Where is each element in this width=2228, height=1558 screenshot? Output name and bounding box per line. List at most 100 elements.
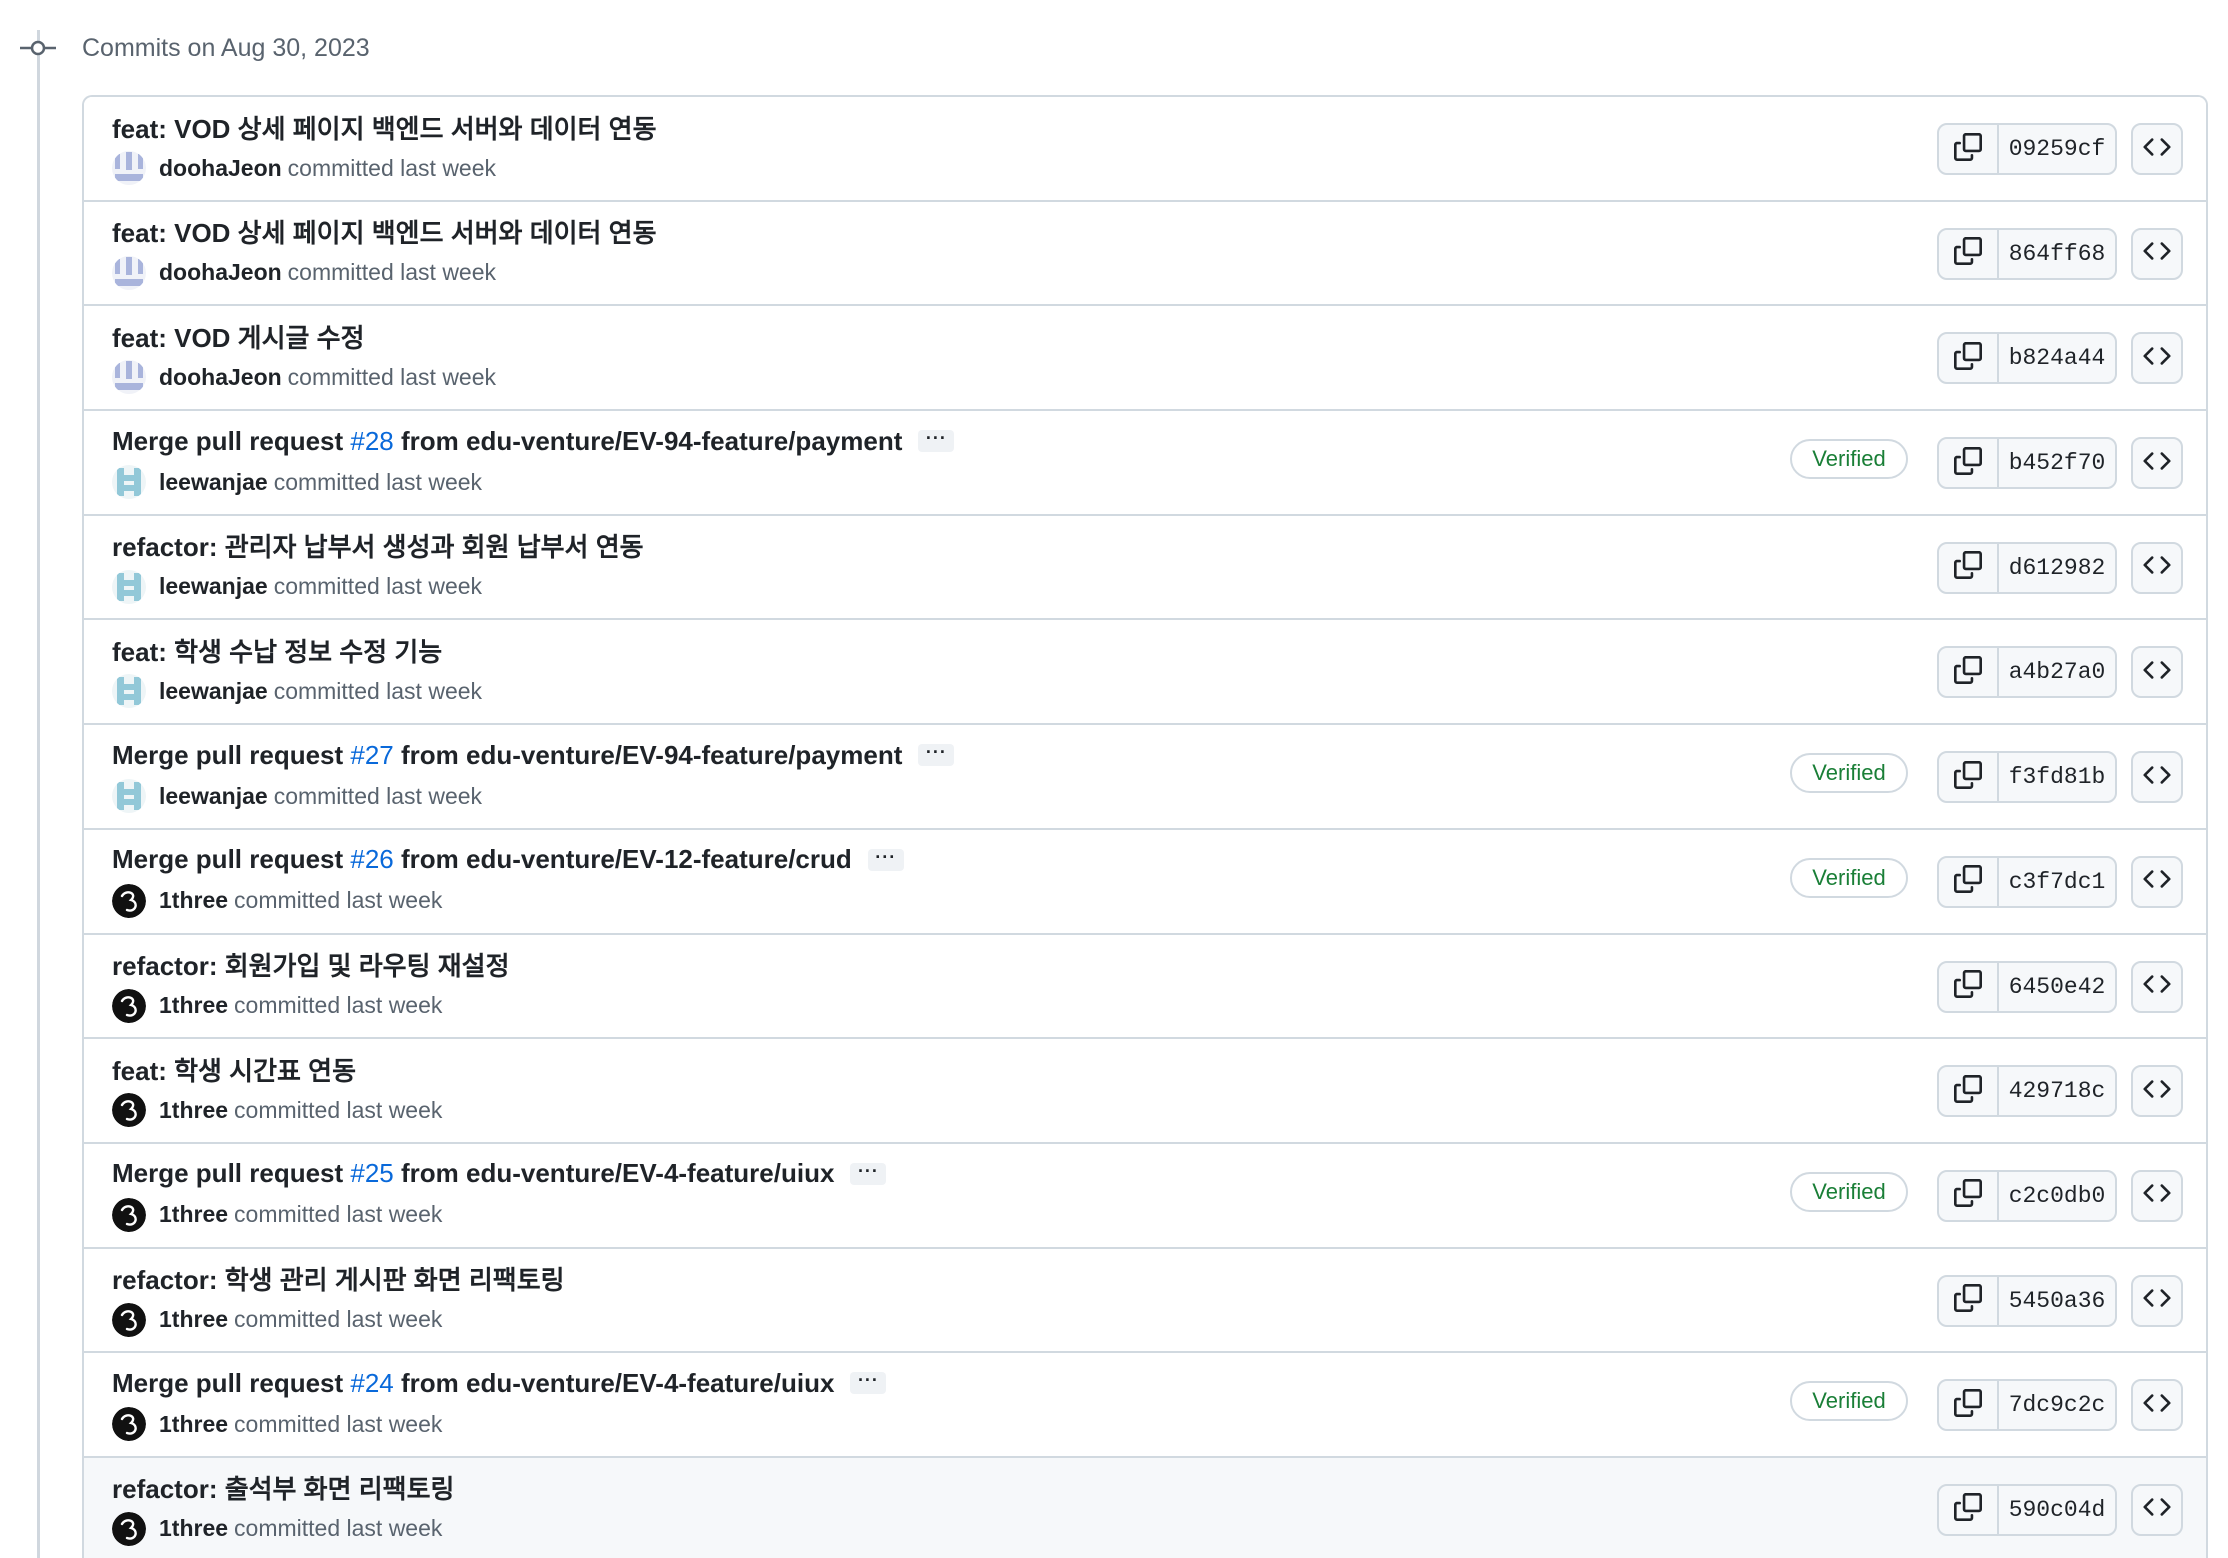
commit-message[interactable]: refactor: 출석부 화면 리팩토링 [112,1470,454,1506]
expand-description-button[interactable]: ··· [918,743,955,767]
commit-sha-link[interactable]: b824a44 [1999,334,2115,382]
avatar[interactable] [112,1302,146,1337]
verified-badge[interactable]: Verified [1790,1171,1908,1212]
commit-message-text[interactable]: refactor: 출석부 화면 리팩토링 [112,1469,454,1506]
author-name[interactable]: doohaJeon [159,155,282,182]
commit-sha-link[interactable]: f3fd81b [1999,753,2115,801]
avatar[interactable] [112,779,146,814]
author-name[interactable]: 1three [159,1306,228,1333]
copy-sha-button[interactable] [1939,229,1999,278]
author-name[interactable]: 1three [159,1515,228,1542]
commit-sha-link[interactable]: 6450e42 [1999,963,2115,1011]
author-name[interactable]: leewanjae [159,678,268,705]
browse-repository-button[interactable] [2131,1169,2183,1222]
avatar[interactable] [112,1197,146,1232]
avatar[interactable] [112,674,146,709]
commit-sha-link[interactable]: 429718c [1999,1067,2115,1115]
browse-repository-button[interactable] [2131,332,2183,385]
commit-message[interactable]: refactor: 관리자 납부서 생성과 회원 납부서 연동 [112,528,644,564]
copy-sha-button[interactable] [1939,648,1999,697]
verified-badge[interactable]: Verified [1790,753,1908,794]
verified-badge[interactable]: Verified [1790,1381,1908,1422]
browse-repository-button[interactable] [2131,751,2183,804]
commit-message-branch[interactable]: from edu-venture/EV-12-feature/crud [394,844,852,875]
pull-request-link[interactable]: #28 [350,426,393,457]
commit-message-text[interactable]: Merge pull request [112,844,350,875]
commit-sha-link[interactable]: 09259cf [1999,125,2115,173]
avatar[interactable] [112,255,146,290]
copy-sha-button[interactable] [1939,543,1999,592]
avatar[interactable] [112,883,146,918]
expand-description-button[interactable]: ··· [867,848,904,871]
avatar[interactable] [112,360,146,395]
copy-sha-button[interactable] [1939,439,1999,488]
commit-message[interactable]: feat: 학생 시간표 연동 [112,1051,356,1087]
author-name[interactable]: leewanjae [159,469,268,496]
commit-sha-link[interactable]: 7dc9c2c [1999,1381,2115,1429]
commit-message-text[interactable]: refactor: 회원가입 및 라우팅 재설정 [112,946,510,983]
commit-message[interactable]: feat: VOD 게시글 수정 [112,318,365,354]
expand-description-button[interactable]: ··· [918,429,955,453]
commit-sha-link[interactable]: b452f70 [1999,439,2115,487]
commit-message-text[interactable]: Merge pull request [112,1368,350,1399]
author-name[interactable]: 1three [159,1201,228,1228]
browse-repository-button[interactable] [2131,1274,2183,1327]
author-name[interactable]: 1three [159,1411,228,1438]
avatar[interactable] [112,151,146,185]
commit-sha-link[interactable]: 864ff68 [1999,230,2115,278]
copy-sha-button[interactable] [1939,1485,1999,1534]
expand-description-button[interactable]: ··· [850,1162,887,1185]
pull-request-link[interactable]: #27 [350,740,393,771]
commit-message[interactable]: Merge pull request #24 from edu-venture/… [112,1365,887,1401]
commit-message-text[interactable]: feat: VOD 상세 페이지 백엔드 서버와 데이터 연동 [112,213,657,250]
commit-message-branch[interactable]: from edu-venture/EV-94-feature/payment [394,740,902,771]
copy-sha-button[interactable] [1939,125,1999,173]
commit-message[interactable]: Merge pull request #27 from edu-venture/… [112,737,955,773]
avatar[interactable] [112,465,146,500]
commit-message[interactable]: refactor: 회원가입 및 라우팅 재설정 [112,947,510,983]
copy-sha-button[interactable] [1939,1276,1999,1325]
commit-sha-link[interactable]: a4b27a0 [1999,648,2115,696]
commit-message[interactable]: feat: 학생 수납 정보 수정 기능 [112,632,442,668]
commit-message[interactable]: feat: VOD 상세 페이지 백엔드 서버와 데이터 연동 [112,214,657,250]
commit-message-branch[interactable]: from edu-venture/EV-4-feature/uiux [394,1158,834,1189]
browse-repository-button[interactable] [2131,1379,2183,1432]
browse-repository-button[interactable] [2131,1483,2183,1536]
browse-repository-button[interactable] [2131,123,2183,175]
browse-repository-button[interactable] [2131,227,2183,280]
copy-sha-button[interactable] [1939,962,1999,1011]
commit-message[interactable]: Merge pull request #28 from edu-venture/… [112,423,955,459]
author-name[interactable]: 1three [159,887,228,914]
browse-repository-button[interactable] [2131,646,2183,699]
copy-sha-button[interactable] [1939,753,1999,802]
commit-message[interactable]: refactor: 학생 관리 게시판 화면 리팩토링 [112,1261,565,1297]
commit-sha-link[interactable]: 5450a36 [1999,1277,2115,1325]
avatar[interactable] [112,1407,146,1442]
commit-message-text[interactable]: feat: 학생 시간표 연동 [112,1051,356,1088]
copy-sha-button[interactable] [1939,1381,1999,1430]
copy-sha-button[interactable] [1939,1171,1999,1220]
commit-message[interactable]: Merge pull request #26 from edu-venture/… [112,842,904,878]
commit-sha-link[interactable]: c3f7dc1 [1999,858,2115,906]
commit-message-text[interactable]: Merge pull request [112,1158,350,1189]
browse-repository-button[interactable] [2131,960,2183,1013]
browse-repository-button[interactable] [2131,1065,2183,1118]
copy-sha-button[interactable] [1939,334,1999,383]
author-name[interactable]: doohaJeon [159,259,282,286]
author-name[interactable]: doohaJeon [159,364,282,391]
avatar[interactable] [112,1093,146,1128]
browse-repository-button[interactable] [2131,437,2183,490]
pull-request-link[interactable]: #25 [350,1158,393,1189]
commit-sha-link[interactable]: 590c04d [1999,1486,2115,1534]
author-name[interactable]: leewanjae [159,783,268,810]
avatar[interactable] [112,988,146,1023]
author-name[interactable]: 1three [159,992,228,1019]
commit-message-text[interactable]: feat: 학생 수납 정보 수정 기능 [112,632,442,669]
verified-badge[interactable]: Verified [1790,439,1908,480]
pull-request-link[interactable]: #26 [350,844,393,875]
commit-message-text[interactable]: refactor: 관리자 납부서 생성과 회원 납부서 연동 [112,527,644,564]
avatar[interactable] [112,1511,146,1546]
commit-sha-link[interactable]: d612982 [1999,544,2115,592]
commit-message-text[interactable]: feat: VOD 게시글 수정 [112,318,365,355]
browse-repository-button[interactable] [2131,855,2183,908]
